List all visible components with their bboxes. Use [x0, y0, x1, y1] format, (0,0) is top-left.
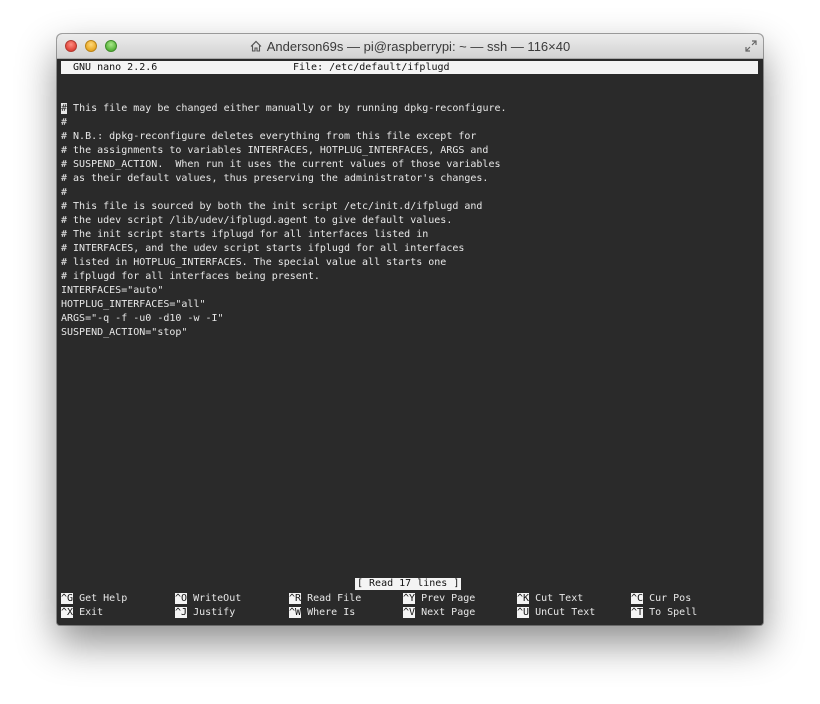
shortcut-label: Exit [73, 607, 104, 618]
file-line: # The init script starts ifplugd for all… [61, 229, 429, 240]
shortcut-justify: ^J Justify [175, 606, 235, 620]
shortcut-key: ^V [403, 607, 416, 618]
file-line: # [61, 187, 68, 198]
terminal-area[interactable]: GNU nano 2.2.6 File: /etc/default/ifplug… [57, 59, 763, 625]
file-line: # listed in HOTPLUG_INTERFACES. The spec… [61, 257, 447, 268]
title-bar[interactable]: Anderson69s — pi@raspberrypi: ~ — ssh — … [57, 34, 763, 59]
shortcut-cur-pos: ^C Cur Pos [631, 592, 691, 606]
file-line: # SUSPEND_ACTION. When run it uses the c… [61, 159, 501, 170]
shortcut-cut-text: ^K Cut Text [517, 592, 583, 606]
shortcut-label: Cur Pos [643, 593, 692, 604]
file-line: # This file is sourced by both the init … [61, 201, 483, 212]
shortcut-label: Next Page [415, 607, 476, 618]
file-line: HOTPLUG_INTERFACES="all" [61, 299, 206, 310]
shortcut-uncut-text: ^U UnCut Text [517, 606, 595, 620]
shortcut-label: Prev Page [415, 593, 476, 604]
shortcut-label: Cut Text [529, 593, 584, 604]
shortcut-key: ^T [631, 607, 644, 618]
shortcut-next-page: ^V Next Page [403, 606, 475, 620]
nano-version: GNU nano 2.2.6 [73, 62, 158, 73]
shortcut-key: ^R [289, 593, 302, 604]
window-title-area: Anderson69s — pi@raspberrypi: ~ — ssh — … [57, 34, 763, 58]
shortcut-label: WriteOut [187, 593, 242, 604]
file-line: INTERFACES="auto" [61, 285, 164, 296]
shortcut-key: ^W [289, 607, 302, 618]
shortcut-bar: ^G Get Help ^O WriteOut ^R Read File ^Y Pre… [61, 592, 761, 622]
shortcut-where-is: ^W Where Is [289, 606, 355, 620]
shortcut-key: ^U [517, 607, 530, 618]
file-line [61, 88, 507, 102]
file-line: # ifplugd for all interfaces being prese… [61, 271, 320, 282]
file-line: # the udev script /lib/udev/ifplugd.agen… [61, 215, 453, 226]
shortcut-get-help: ^G Get Help [61, 592, 127, 606]
file-line: SUSPEND_ACTION="stop" [61, 327, 188, 338]
shortcut-writeout: ^O WriteOut [175, 592, 241, 606]
file-line: ARGS="-q -f -u0 -d10 -w -I" [61, 313, 224, 324]
file-line: # This file may be changed either manual… [61, 103, 507, 114]
terminal-window: Anderson69s — pi@raspberrypi: ~ — ssh — … [57, 34, 763, 625]
shortcut-label: To Spell [643, 607, 698, 618]
shortcut-key: ^G [61, 593, 74, 604]
shortcut-prev-page: ^Y Prev Page [403, 592, 475, 606]
file-line: # INTERFACES, and the udev script starts… [61, 243, 465, 254]
shortcut-label: Where Is [301, 607, 356, 618]
shortcut-key: ^K [517, 593, 530, 604]
shortcut-exit: ^X Exit [61, 606, 103, 620]
shortcut-key: ^C [631, 593, 644, 604]
status-message: [ Read 17 lines ] [355, 578, 462, 590]
shortcut-read-file: ^R Read File [289, 592, 361, 606]
shortcut-to-spell: ^T To Spell [631, 606, 697, 620]
file-line: # the assignments to variables INTERFACE… [61, 145, 489, 156]
shortcut-label: UnCut Text [529, 607, 596, 618]
shortcut-key: ^Y [403, 593, 416, 604]
window-title: Anderson69s — pi@raspberrypi: ~ — ssh — … [266, 39, 571, 54]
shortcut-label: Read File [301, 593, 362, 604]
shortcut-label: Justify [187, 607, 236, 618]
nano-file-label: File: /etc/default/ifplugd [293, 62, 450, 73]
shortcut-key: ^X [61, 607, 74, 618]
file-content[interactable]: # This file may be changed either manual… [61, 88, 507, 340]
shortcut-label: Get Help [73, 593, 128, 604]
file-line: # N.B.: dpkg-reconfigure deletes everyth… [61, 131, 477, 142]
file-line: # as their default values, thus preservi… [61, 173, 489, 184]
fullscreen-icon[interactable] [745, 40, 757, 52]
shortcut-key: ^O [175, 593, 188, 604]
home-icon [250, 40, 262, 52]
file-line: # [61, 117, 68, 128]
nano-header-bar: GNU nano 2.2.6 File: /etc/default/ifplug… [61, 61, 758, 74]
shortcut-key: ^J [175, 607, 188, 618]
